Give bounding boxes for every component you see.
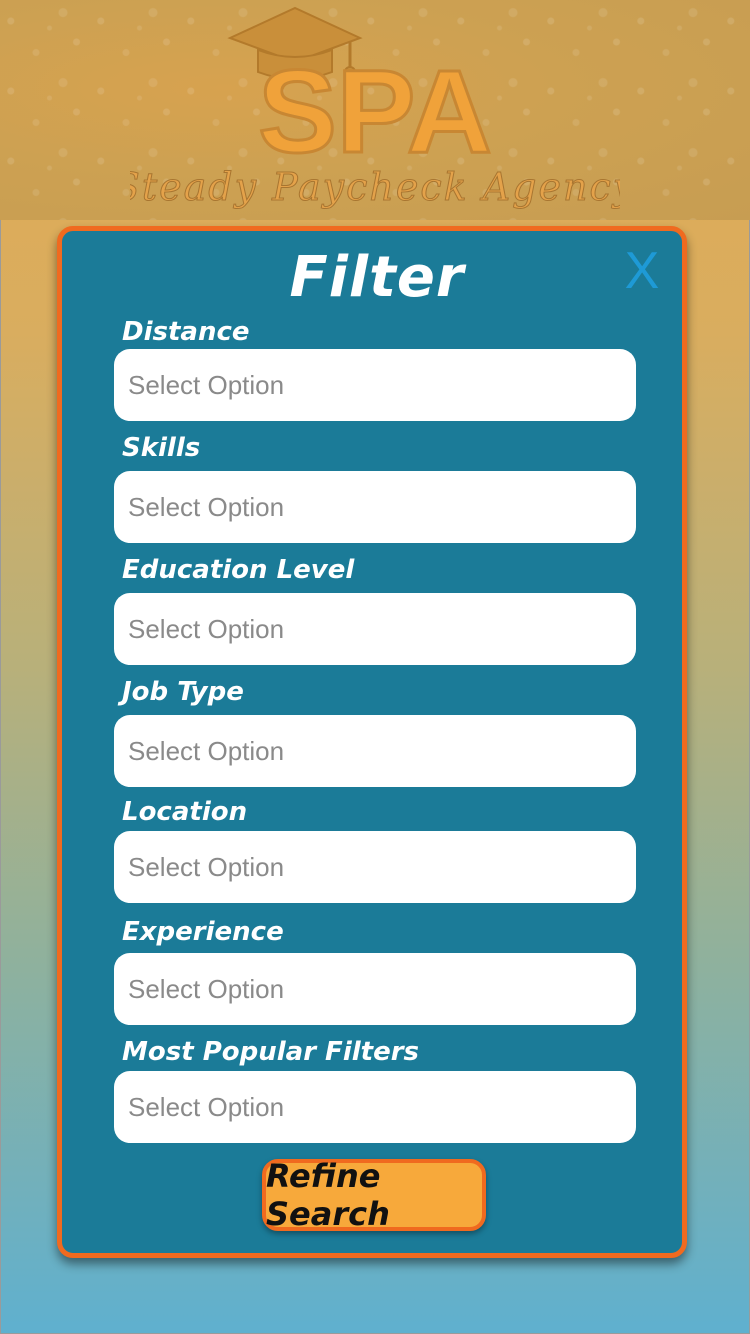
filter-modal: Filter X Distance Select Option Skills S…	[57, 226, 687, 1258]
app-logo: SPA Steady Paycheck Agency	[130, 6, 620, 210]
experience-label: Experience	[122, 917, 284, 947]
refine-search-button[interactable]: Refine Search	[262, 1157, 486, 1233]
logo-text: SPA	[258, 46, 492, 178]
modal-title: Filter	[289, 245, 465, 310]
most-popular-filters-select[interactable]: Select Option	[114, 1071, 636, 1143]
app-header: SPA Steady Paycheck Agency	[0, 0, 750, 220]
close-icon[interactable]: X	[620, 245, 664, 297]
education-level-select[interactable]: Select Option	[114, 593, 636, 665]
logo-tagline: Steady Paycheck Agency	[130, 165, 620, 209]
most-popular-filters-label: Most Popular Filters	[122, 1037, 420, 1067]
skills-label: Skills	[122, 433, 201, 463]
location-label: Location	[122, 797, 248, 827]
distance-select[interactable]: Select Option	[114, 349, 636, 421]
location-select[interactable]: Select Option	[114, 831, 636, 903]
job-type-select[interactable]: Select Option	[114, 715, 636, 787]
education-level-label: Education Level	[122, 555, 355, 585]
skills-select[interactable]: Select Option	[114, 471, 636, 543]
experience-select[interactable]: Select Option	[114, 953, 636, 1025]
job-type-label: Job Type	[122, 677, 244, 707]
distance-label: Distance	[122, 317, 250, 347]
